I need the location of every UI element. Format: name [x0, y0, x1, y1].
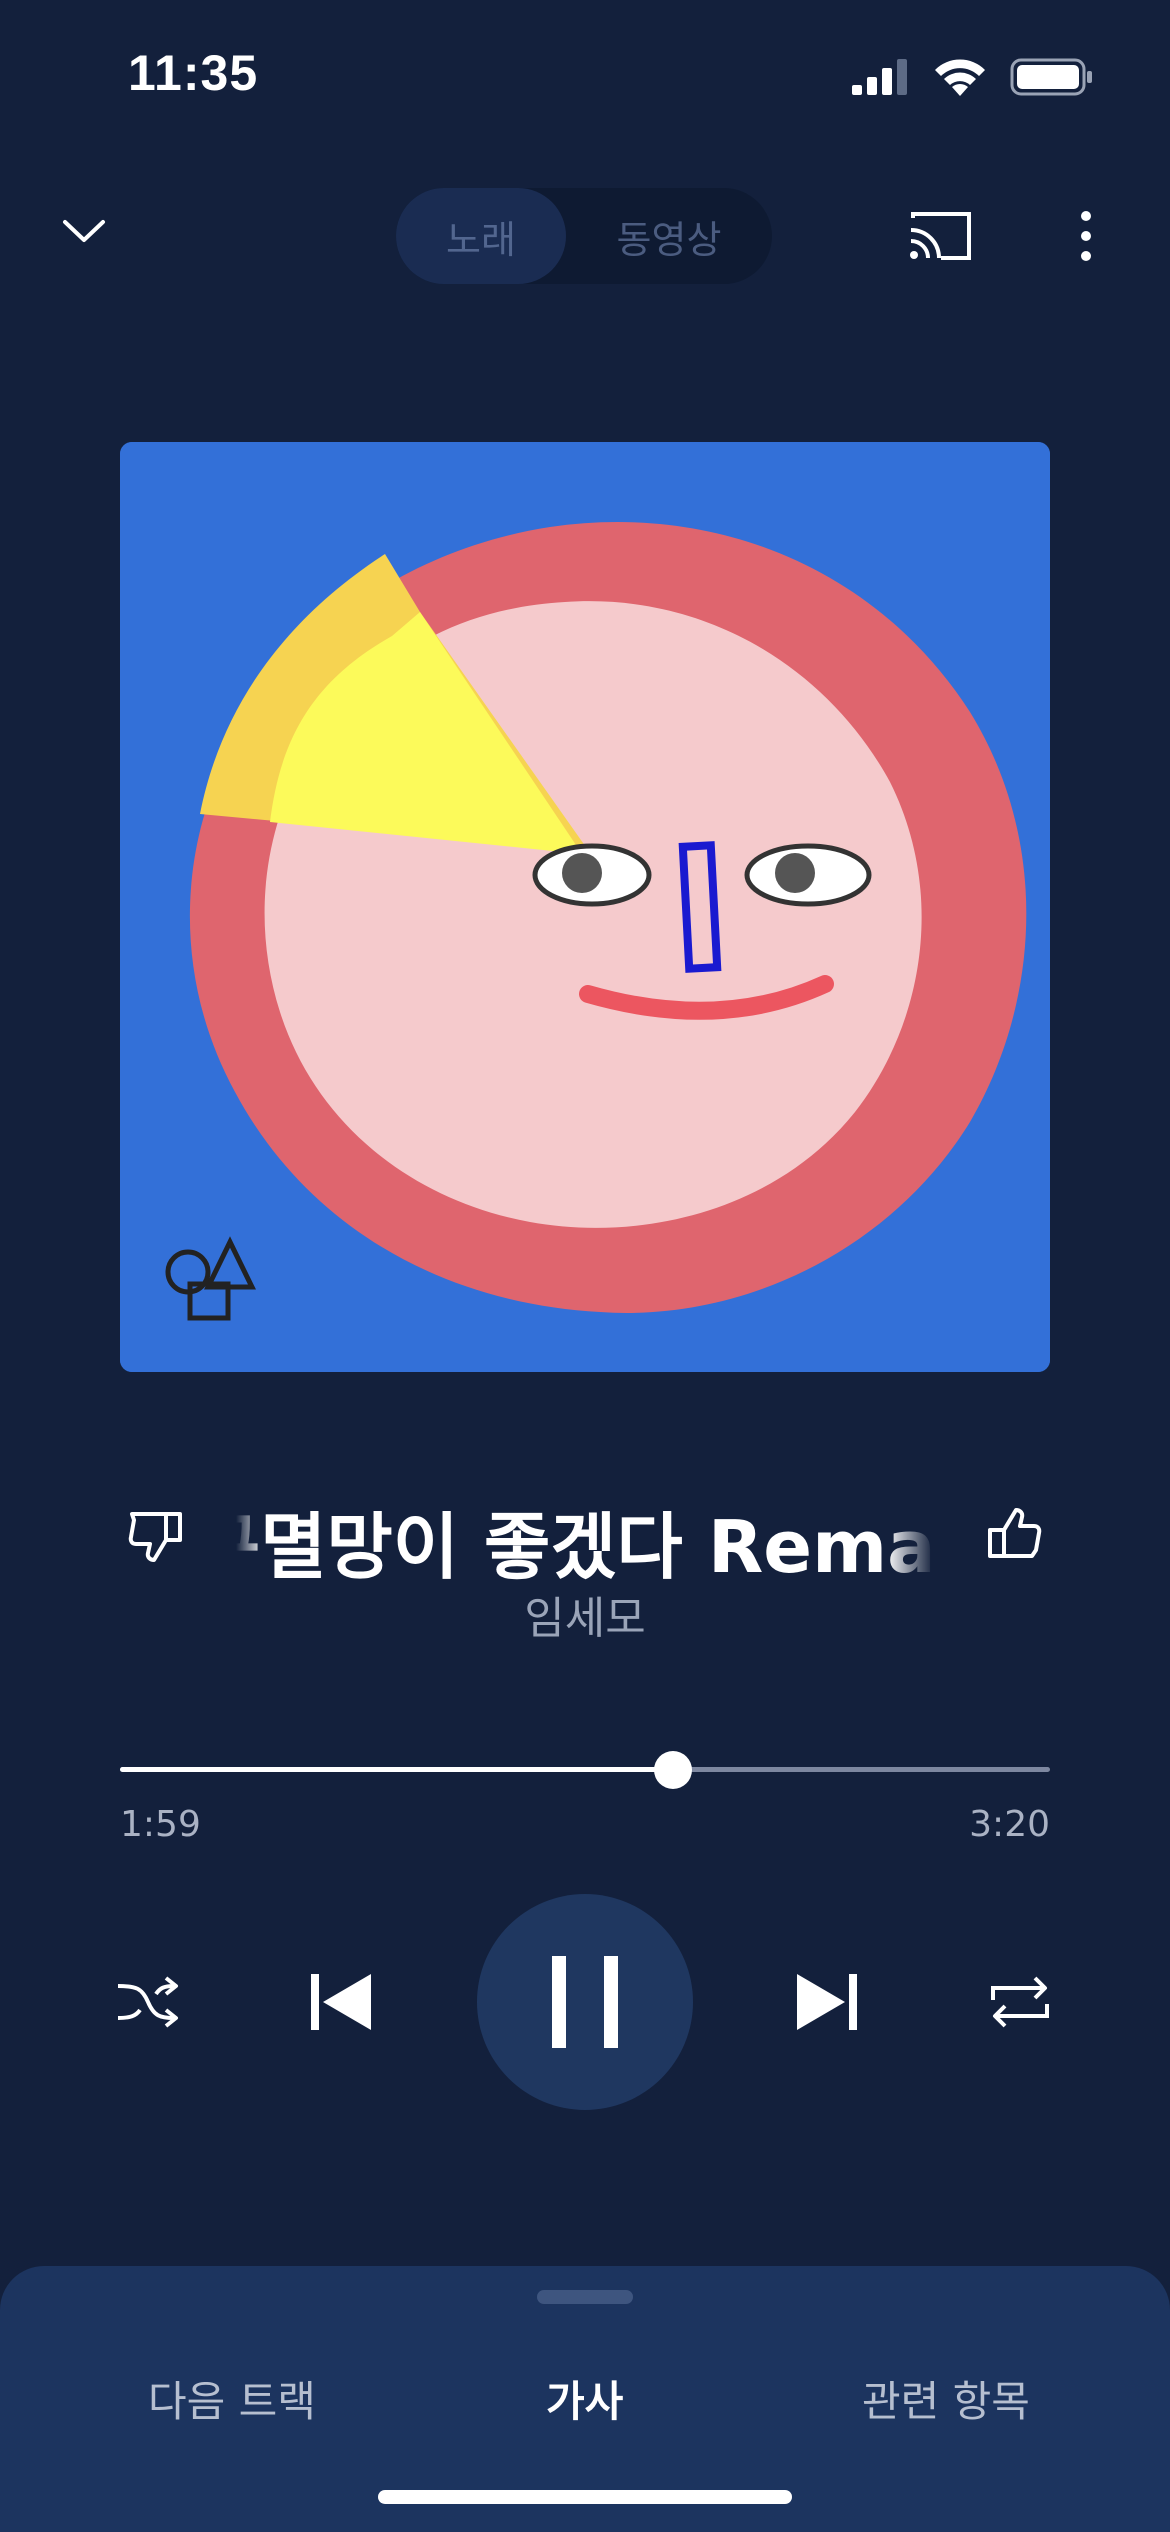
tab-video[interactable]: 동영상: [566, 188, 772, 284]
progress-thumb[interactable]: [654, 1751, 693, 1789]
status-time: 11:35: [128, 45, 259, 101]
cast-icon: [910, 212, 971, 260]
thumbs-down-icon: [128, 1512, 182, 1562]
tab-song[interactable]: 노래: [396, 188, 566, 284]
tab-related[interactable]: 관련 항목: [862, 2368, 1030, 2429]
dislike-button[interactable]: [122, 1502, 190, 1570]
repeat-icon: [991, 1976, 1049, 2028]
tab-lyrics[interactable]: 가사: [546, 2368, 623, 2429]
progress-fill: [120, 1767, 674, 1772]
total-duration: 3:20: [969, 1804, 1050, 1845]
next-icon: [797, 1974, 857, 2030]
battery-icon: [1010, 58, 1092, 96]
album-art: [120, 442, 1050, 1372]
status-icons: [850, 56, 1094, 98]
wifi-icon: [935, 59, 985, 96]
song-video-toggle: 노래 동영상: [396, 188, 772, 284]
shuffle-icon: [117, 1976, 178, 2028]
thumbs-up-icon: [988, 1508, 1042, 1558]
home-indicator[interactable]: [378, 2490, 792, 2504]
chevron-down-icon: [63, 220, 105, 242]
previous-button[interactable]: [300, 1966, 380, 2038]
next-button[interactable]: [788, 1966, 868, 2038]
now-playing-screen: 11:35 노래 동영상 멸망이 좋겠다 Rema 임세모 1:59 3:20 …: [0, 0, 1170, 2532]
artist-name[interactable]: 임세모: [0, 1582, 1170, 1646]
previous-icon: [311, 1974, 371, 2030]
elapsed-time: 1:59: [120, 1804, 201, 1845]
pause-icon: [552, 1956, 618, 2048]
shuffle-button[interactable]: [112, 1966, 184, 2038]
signal-icon: [852, 59, 907, 95]
pause-button[interactable]: [477, 1894, 693, 2110]
cast-button[interactable]: [904, 204, 976, 268]
tab-up-next[interactable]: 다음 트랙: [148, 2368, 316, 2429]
more-options-button[interactable]: [1056, 200, 1116, 272]
progress-bar[interactable]: [120, 1751, 1050, 1789]
more-vert-icon: [1081, 211, 1091, 261]
song-title: 구멸망이 좋겠다 Remaster: [236, 1505, 934, 1588]
collapse-button[interactable]: [52, 200, 116, 264]
repeat-button[interactable]: [984, 1966, 1056, 2038]
song-title-marquee: 구멸망이 좋겠다 Remaster: [236, 1478, 934, 1588]
album-art-image: [120, 442, 1050, 1372]
sheet-drag-handle[interactable]: [537, 2290, 633, 2304]
like-button[interactable]: [980, 1500, 1048, 1568]
